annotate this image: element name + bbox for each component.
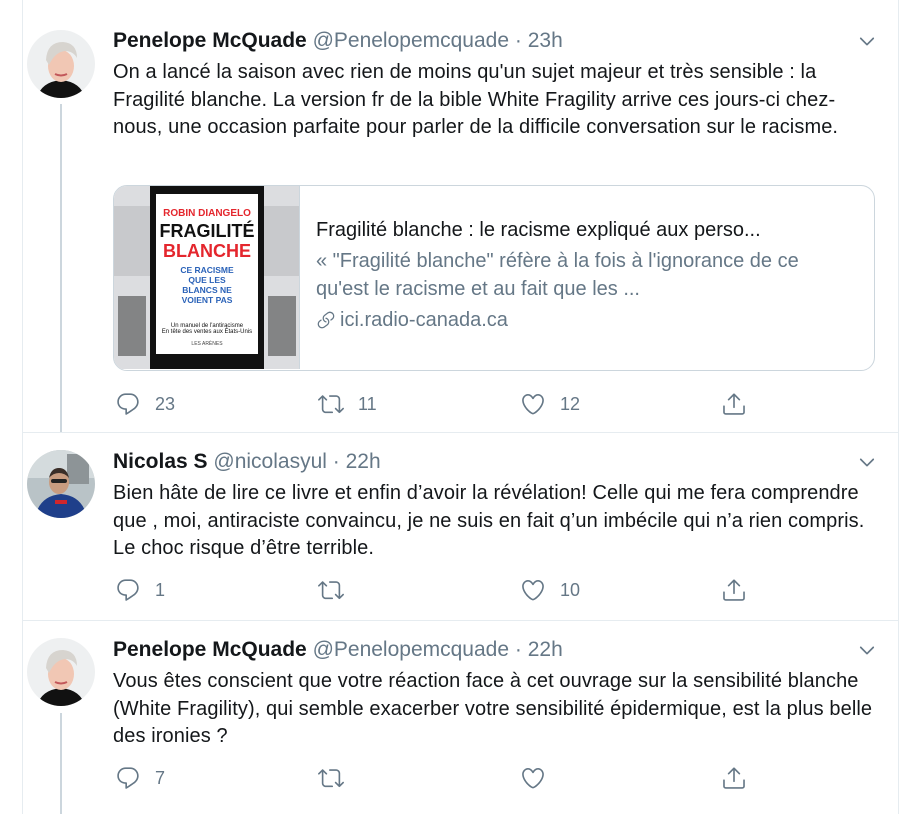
tweet-text: Bien hâte de lire ce livre et enfin d’av…: [113, 482, 865, 559]
card-body: Fragilité blanche : le racisme expliqué …: [316, 216, 856, 334]
chevron-down-icon[interactable]: [857, 31, 877, 51]
card-description: « "Fragilité blanche" réfère à la fois à…: [316, 250, 799, 300]
book-subtitle: CE RACISME QUE LES BLANCS NE VOIENT PAS: [180, 265, 234, 305]
like-icon: [520, 577, 546, 603]
tweet-2[interactable]: Nicolas S @nicolasyul · 22h Bien hâte de…: [23, 433, 898, 620]
tweet-text: On a lancé la saison avec rien de moins …: [113, 61, 839, 138]
like-button[interactable]: [520, 764, 560, 792]
chevron-down-icon[interactable]: [857, 452, 877, 472]
tweet-header: Nicolas S @nicolasyul · 22h: [113, 449, 381, 475]
tweet-actions: 7: [113, 764, 763, 792]
link-card[interactable]: ROBIN DIANGELO FRAGILITÉ BLANCHE CE RACI…: [113, 185, 875, 371]
reply-count: 23: [155, 393, 176, 414]
like-icon: [520, 765, 546, 791]
avatar-penelope[interactable]: [27, 30, 95, 98]
like-icon: [520, 391, 546, 417]
book-title-line2: BLANCHE: [163, 241, 251, 261]
timestamp[interactable]: 22h: [528, 638, 563, 661]
book-title-line1: FRAGILITÉ: [159, 221, 255, 241]
display-name[interactable]: Nicolas S: [113, 450, 208, 473]
retweet-count: 11: [358, 393, 377, 414]
reply-count: 7: [155, 767, 166, 788]
book-publisher: LES ARÈNES: [191, 341, 223, 347]
retweet-button[interactable]: 11: [318, 390, 377, 418]
user-handle[interactable]: @Penelopemcquade: [313, 638, 509, 661]
reply-button[interactable]: 7: [115, 764, 165, 792]
avatar-nicolas[interactable]: [27, 450, 95, 518]
share-icon: [721, 577, 747, 603]
tweet-3[interactable]: Penelope McQuade @Penelopemcquade · 22h …: [23, 621, 898, 814]
reply-count: 1: [155, 579, 166, 600]
link-icon: [316, 310, 336, 330]
avatar-penelope[interactable]: [27, 638, 95, 706]
share-icon: [721, 765, 747, 791]
timeline-border-right: [898, 0, 899, 814]
retweet-button[interactable]: [318, 764, 358, 792]
tweet-1[interactable]: Penelope McQuade @Penelopemcquade · 23h …: [23, 0, 898, 432]
tweet-actions: 1 10: [113, 576, 763, 604]
share-button[interactable]: [721, 764, 747, 792]
timestamp[interactable]: 23h: [528, 29, 563, 52]
like-count: 12: [560, 393, 581, 414]
retweet-icon: [318, 765, 344, 791]
chevron-down-icon[interactable]: [857, 640, 877, 660]
reply-icon: [115, 391, 141, 417]
card-domain: ici.radio-canada.ca: [316, 306, 856, 334]
separator-dot: ·: [514, 638, 522, 661]
book-cover: ROBIN DIANGELO FRAGILITÉ BLANCHE CE RACI…: [156, 194, 258, 354]
card-thumbnail: ROBIN DIANGELO FRAGILITÉ BLANCHE CE RACI…: [114, 186, 300, 369]
like-button[interactable]: 12: [520, 390, 580, 418]
book-tagline-2: En tête des ventes aux États-Unis: [161, 329, 253, 335]
share-button[interactable]: [721, 576, 747, 604]
thread-line: [60, 713, 62, 814]
user-handle[interactable]: @nicolasyul: [213, 450, 327, 473]
reply-icon: [115, 765, 141, 791]
like-button[interactable]: 10: [520, 576, 580, 604]
tweet-text: Vous êtes conscient que votre réaction f…: [113, 670, 873, 747]
share-button[interactable]: [721, 390, 747, 418]
tweet-actions: 23 11 12: [113, 390, 763, 418]
retweet-icon: [318, 391, 344, 417]
retweet-icon: [318, 577, 344, 603]
timestamp[interactable]: 22h: [346, 450, 381, 473]
reply-button[interactable]: 23: [115, 390, 175, 418]
share-icon: [721, 391, 747, 417]
thread-line: [60, 104, 62, 432]
display-name[interactable]: Penelope McQuade: [113, 638, 307, 661]
reply-icon: [115, 577, 141, 603]
book-author: ROBIN DIANGELO: [163, 208, 251, 219]
retweet-button[interactable]: [318, 576, 358, 604]
separator-dot: ·: [514, 29, 522, 52]
card-title: Fragilité blanche : le racisme expliqué …: [316, 219, 761, 241]
display-name[interactable]: Penelope McQuade: [113, 29, 307, 52]
card-domain-text: ici.radio-canada.ca: [340, 309, 508, 331]
reply-button[interactable]: 1: [115, 576, 165, 604]
like-count: 10: [560, 579, 581, 600]
tweet-header: Penelope McQuade @Penelopemcquade · 22h: [113, 637, 563, 663]
separator-dot: ·: [332, 450, 340, 473]
tweet-header: Penelope McQuade @Penelopemcquade · 23h: [113, 28, 563, 54]
user-handle[interactable]: @Penelopemcquade: [313, 29, 509, 52]
